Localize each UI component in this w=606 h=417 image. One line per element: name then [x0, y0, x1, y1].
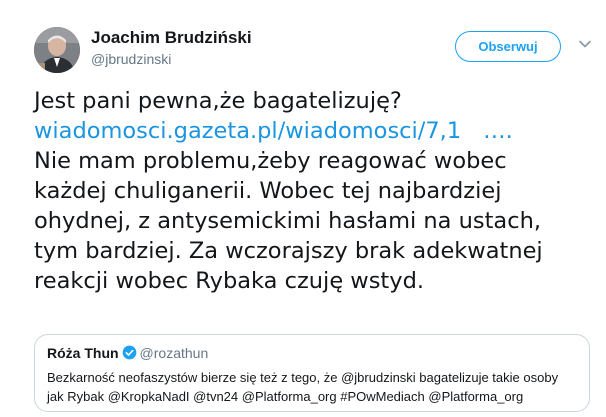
tweet-link[interactable]: wiadomosci.gazeta.pl/wiadomosci/7,1 [34, 118, 461, 144]
verified-badge-icon [122, 345, 136, 360]
avatar-photo [34, 27, 80, 73]
author-name[interactable]: Joachim Brudziński [91, 28, 252, 48]
quoted-tweet-text: Bezkarność neofaszystów bierze się też z… [47, 368, 577, 406]
quoted-author-name: Róża Thun [47, 345, 119, 361]
tweet-text: Jest pani pewna,że bagatelizuję? wiadomo… [34, 86, 594, 296]
quoted-tweet-line: Bezkarność neofaszystów bierze się też z… [47, 370, 559, 385]
tweet-link-line: wiadomosci.gazeta.pl/wiadomosci/7,1 …. [34, 116, 594, 146]
tweet-line: Jest pani pewna,że bagatelizuję? [34, 88, 402, 114]
quoted-tweet[interactable]: Róża Thun @rozathun Bezkarność neofaszyst… [34, 334, 590, 412]
tweet-line: reakcji wobec Rybaka czuję wstyd. [34, 268, 425, 294]
author-handle[interactable]: @jbrudzinski [91, 51, 171, 67]
quoted-tweet-header: Róża Thun @rozathun [47, 345, 208, 361]
quoted-tweet-line: jak Rybak @KropkaNadI @tvn24 @Platforma_… [47, 389, 524, 404]
tweet-line: Nie mam problemu,żeby reagować wobec [34, 148, 507, 174]
tweet-link-ellipsis[interactable]: …. [483, 118, 513, 144]
chevron-down-icon[interactable] [578, 37, 592, 51]
tweet-line: tym bardziej. Za wczorajszy brak adekwat… [34, 238, 543, 264]
quoted-author-handle: @rozathun [139, 345, 209, 361]
follow-button[interactable]: Obserwuj [455, 31, 561, 62]
avatar[interactable] [34, 27, 80, 73]
tweet-line: ohydnej, z antysemickimi hasłami na usta… [34, 208, 541, 234]
tweet-line: każdej chuliganerii. Wobec tej najbardzi… [34, 178, 502, 204]
